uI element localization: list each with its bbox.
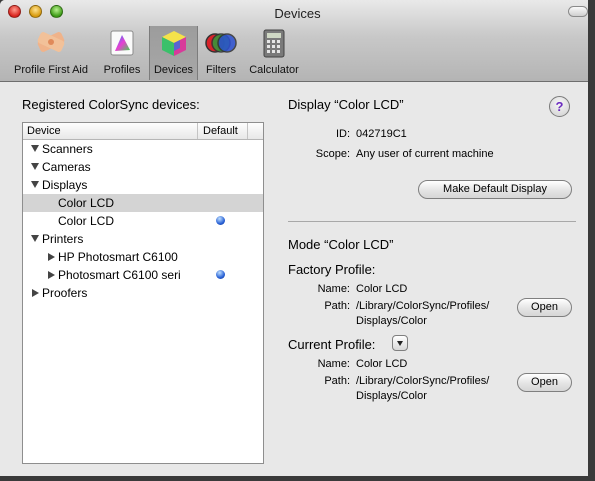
devices-icon — [161, 31, 186, 56]
id-label: ID: — [335, 128, 350, 140]
column-header-default[interactable]: Default — [197, 123, 248, 139]
list-item-cameras[interactable]: Cameras — [23, 158, 263, 176]
factory-profile-heading: Factory Profile: — [288, 262, 376, 277]
section-divider — [288, 221, 576, 222]
factory-name-value: Color LCD — [356, 283, 408, 295]
list-item-label: HP Photosmart C6100 — [58, 250, 178, 264]
calculator-icon — [263, 29, 285, 58]
display-title: Display “Color LCD” — [288, 97, 404, 112]
current-name-value: Color LCD — [356, 358, 408, 370]
list-item-color-lcd[interactable]: Color LCD — [23, 212, 263, 230]
window-title: Devices — [274, 6, 321, 21]
disclosure-triangle-collapsed-icon[interactable] — [48, 271, 55, 279]
current-profile-heading: Current Profile: — [288, 337, 376, 352]
disclosure-triangle-expanded-icon[interactable] — [31, 235, 39, 242]
disclosure-triangle-expanded-icon[interactable] — [31, 163, 39, 170]
window-bottom-edge — [0, 476, 595, 481]
list-item-label: Color LCD — [58, 196, 115, 210]
list-item-color-lcd-selected[interactable]: Color LCD — [23, 194, 263, 212]
toolbar-label-filters: Filters — [206, 64, 236, 76]
toolbar-label-devices: Devices — [153, 64, 194, 76]
factory-path-line1: /Library/ColorSync/Profiles/ — [356, 300, 490, 312]
current-path-line1: /Library/ColorSync/Profiles/ — [356, 375, 490, 387]
disclosure-triangle-expanded-icon[interactable] — [31, 181, 39, 188]
window-shadow-edge — [588, 0, 595, 481]
device-list[interactable]: Device Default Scanners Cameras Displays… — [22, 122, 264, 464]
list-item-label: Color LCD — [58, 214, 115, 228]
scope-label: Scope: — [315, 148, 350, 160]
list-item-hp-photosmart-c6100[interactable]: HP Photosmart C6100 — [23, 248, 263, 266]
disclosure-triangle-expanded-icon[interactable] — [31, 145, 39, 152]
device-list-header: Device Default — [23, 123, 263, 140]
list-item-printers[interactable]: Printers — [23, 230, 263, 248]
list-item-scanners[interactable]: Scanners — [23, 140, 263, 158]
toolbar-label-profile-first-aid: Profile First Aid — [14, 64, 88, 76]
toolbar-item-profile-first-aid[interactable]: Profile First Aid — [6, 26, 96, 80]
toolbar-item-devices[interactable]: Devices — [149, 26, 198, 80]
toolbar-item-filters[interactable]: Filters — [200, 26, 242, 80]
scope-value: Any user of current machine — [356, 148, 494, 160]
id-value: 042719C1 — [356, 128, 407, 140]
disclosure-triangle-collapsed-icon[interactable] — [48, 253, 55, 261]
open-current-profile-button[interactable]: Open — [517, 373, 572, 392]
help-button[interactable]: ? — [549, 96, 570, 117]
list-item-photosmart-c6100-series[interactable]: Photosmart C6100 seri — [23, 266, 263, 284]
list-item-label: Cameras — [42, 160, 91, 174]
open-factory-profile-button[interactable]: Open — [517, 298, 572, 317]
filters-icon — [205, 33, 237, 53]
factory-name-label: Name: — [317, 283, 350, 295]
profiles-icon — [110, 30, 134, 56]
current-path-line2: Displays/Color — [356, 390, 427, 402]
current-path-label: Path: — [324, 375, 350, 387]
make-default-display-button[interactable]: Make Default Display — [418, 180, 572, 199]
registered-devices-heading: Registered ColorSync devices: — [22, 97, 200, 112]
list-item-displays[interactable]: Displays — [23, 176, 263, 194]
toolbar-label-calculator: Calculator — [249, 64, 299, 76]
disclosure-triangle-collapsed-icon[interactable] — [32, 289, 39, 297]
list-item-label: Scanners — [42, 142, 93, 156]
first-aid-icon — [37, 32, 65, 52]
current-profile-popup-button[interactable] — [392, 335, 408, 351]
factory-path-line2: Displays/Color — [356, 315, 427, 327]
current-name-label: Name: — [317, 358, 350, 370]
list-item-label: Displays — [42, 178, 88, 192]
column-header-device[interactable]: Device — [27, 125, 61, 137]
list-item-label: Photosmart C6100 seri — [58, 268, 181, 282]
list-item-label: Printers — [42, 232, 84, 246]
default-device-indicator-icon — [216, 216, 225, 225]
list-item-label: Proofers — [42, 286, 88, 300]
toolbar-label-profiles: Profiles — [103, 64, 141, 76]
toolbar-item-profiles[interactable]: Profiles — [98, 26, 146, 80]
toolbar: Devices Profile First Aid Profiles Devic… — [0, 0, 595, 82]
factory-path-label: Path: — [324, 300, 350, 312]
mode-title: Mode “Color LCD” — [288, 237, 394, 252]
colorsync-window: Devices Profile First Aid Profiles Devic… — [0, 0, 595, 481]
list-item-proofers[interactable]: Proofers — [23, 284, 263, 302]
default-device-indicator-icon — [216, 270, 225, 279]
toolbar-item-calculator[interactable]: Calculator — [245, 26, 303, 80]
toolbar-toggle-button[interactable] — [568, 6, 588, 17]
